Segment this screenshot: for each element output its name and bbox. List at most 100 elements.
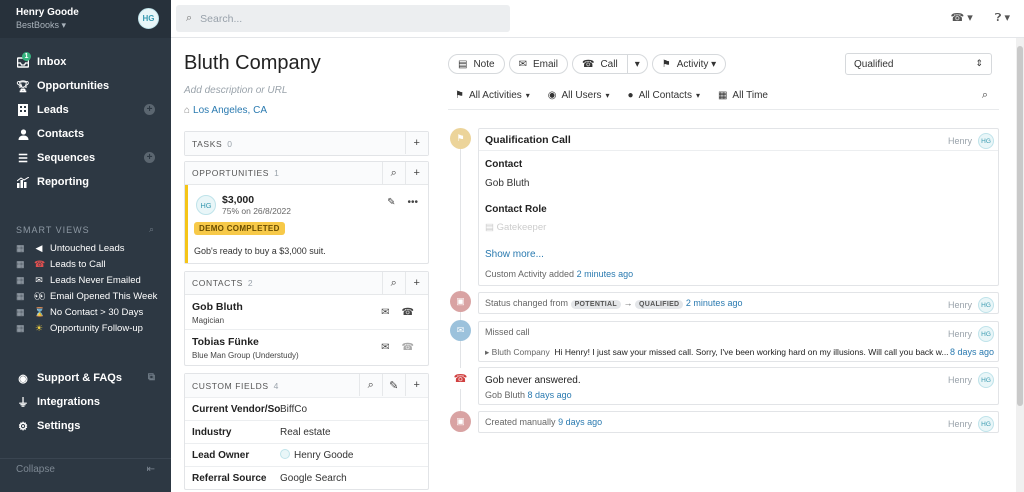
sidebar-item-inbox[interactable]: 1 Inbox xyxy=(0,50,171,74)
envelope-icon: ✉ xyxy=(518,58,527,70)
phone-menu-icon[interactable]: ☎ ▾ xyxy=(951,11,973,25)
company-link[interactable]: Bluth Company xyxy=(492,347,550,357)
search-icon[interactable]: ⌕ xyxy=(382,162,405,184)
custom-field-row[interactable]: Lead Owner Henry Goode xyxy=(185,443,428,466)
scrollbar[interactable] xyxy=(1016,38,1024,492)
sidebar-item-integrations[interactable]: ⏚ Integrations xyxy=(0,390,171,414)
timestamp-link[interactable]: 9 days ago xyxy=(558,417,602,427)
smart-view-item[interactable]: ▦ 👀︎ Email Opened This Week xyxy=(0,288,171,304)
qualification-call-card[interactable]: Qualification Call Henry HG Contact Gob B… xyxy=(478,128,999,286)
mini-avatar-icon xyxy=(280,449,290,459)
search-icon[interactable]: ⌕ xyxy=(382,272,405,294)
sidebar-item-support[interactable]: ◉ Support & FAQs ⧉ xyxy=(0,366,171,390)
sun-icon: ☀ xyxy=(34,322,44,333)
avatar: HG xyxy=(978,297,994,313)
add-sequence-icon[interactable]: + xyxy=(144,152,155,163)
phone-icon[interactable]: ☎ xyxy=(402,342,414,353)
sidebar: Henry Goode BestBooks ▾ HG 1 Inbox 🏆︎ Op… xyxy=(0,0,171,492)
status-select[interactable]: Qualified ⇕ xyxy=(845,53,992,75)
add-lead-icon[interactable]: + xyxy=(144,104,155,115)
created-card[interactable]: Created manually 9 days ago Henry HG xyxy=(478,411,999,433)
call-dropdown-button[interactable]: ▾ xyxy=(626,54,648,74)
smart-view-item[interactable]: ▦ ✉ Leads Never Emailed xyxy=(0,272,171,288)
user-filter[interactable]: ◉ All Users ▾ xyxy=(548,90,610,101)
activity-button[interactable]: ⚑ Activity ▾ xyxy=(651,54,727,74)
sidebar-item-label: Inbox xyxy=(37,56,67,68)
pencil-icon[interactable]: ✎ xyxy=(382,374,405,396)
page-title[interactable]: Bluth Company xyxy=(184,52,321,75)
flag-icon: ⚑ xyxy=(455,90,464,101)
custom-field-row[interactable]: Current Vendor/Sof...BiffCo xyxy=(185,397,428,420)
sidebar-item-settings[interactable]: ⚙ Settings xyxy=(0,414,171,438)
chevron-down-icon: ▾ xyxy=(711,58,717,70)
email-icon[interactable]: ✉ xyxy=(381,342,389,353)
phone-icon[interactable]: ☎ xyxy=(402,307,414,318)
megaphone-icon: ◀ xyxy=(35,242,43,253)
smart-view-item[interactable]: ▦ ◀ Untouched Leads xyxy=(0,240,171,256)
activity-type-filter[interactable]: ⚑ All Activities ▾ xyxy=(455,90,530,101)
pencil-icon[interactable]: ✎ xyxy=(387,197,395,208)
sidebar-item-opportunities[interactable]: 🏆︎ Opportunities xyxy=(0,74,171,98)
search-icon[interactable]: ⌕ xyxy=(982,89,988,102)
activity-user: Henry xyxy=(947,329,972,339)
missed-call-card[interactable]: Missed call Henry HG ▸ Bluth Company Hi H… xyxy=(478,321,999,362)
timestamp-link[interactable]: 8 days ago xyxy=(528,390,572,400)
created-icon: ▣ xyxy=(450,411,471,432)
sidebar-item-leads[interactable]: Leads + xyxy=(0,98,171,122)
search-icon[interactable]: ⌕ xyxy=(149,224,155,235)
field-key: Referral Source xyxy=(192,472,267,484)
email-icon[interactable]: ✉ xyxy=(381,307,389,318)
email-button[interactable]: ✉ Email xyxy=(508,54,568,74)
smart-view-item[interactable]: ▦ ☎ Leads to Call xyxy=(0,256,171,272)
opportunity-card[interactable]: HG $3,000 75% on 26/8/2022 ✎ ••• DEMO COM… xyxy=(185,185,428,263)
add-opportunity-button[interactable]: + xyxy=(405,162,428,184)
sidebar-item-sequences[interactable]: ☰ Sequences + xyxy=(0,146,171,170)
add-field-button[interactable]: + xyxy=(405,374,428,396)
add-contact-button[interactable]: + xyxy=(405,272,428,294)
divider xyxy=(448,109,999,110)
missed-call-icon: ☎ xyxy=(450,368,471,389)
show-more-link[interactable]: Show more... xyxy=(485,249,544,260)
note-card[interactable]: Gob never answered. Gob Bluth 8 days ago… xyxy=(478,367,999,405)
search-icon[interactable]: ⌕ xyxy=(359,374,382,396)
sidebar-item-reporting[interactable]: Reporting xyxy=(0,170,171,194)
field-label: Contact xyxy=(485,159,523,170)
description-field[interactable]: Add description or URL xyxy=(184,85,287,96)
plug-icon: ⏚ xyxy=(17,397,29,409)
custom-field-row[interactable]: Industry Real estate xyxy=(185,420,428,443)
custom-field-row[interactable]: Referral Source Google Search xyxy=(185,466,428,489)
timestamp-link[interactable]: 2 minutes ago xyxy=(577,269,634,279)
contact-filter[interactable]: ● All Contacts ▾ xyxy=(628,90,700,101)
more-icon[interactable]: ••• xyxy=(407,197,418,208)
help-menu-icon[interactable]: ❓︎ ▾ xyxy=(995,11,1010,25)
smart-view-item[interactable]: ▦ ⌛ No Contact > 30 Days xyxy=(0,304,171,320)
note-author: Gob Bluth xyxy=(485,390,526,400)
status-change-card[interactable]: Status changed from POTENTIAL → QUALIFIE… xyxy=(478,292,999,314)
timestamp-link[interactable]: 2 minutes ago xyxy=(686,298,743,308)
sidebar-item-contacts[interactable]: Contacts xyxy=(0,122,171,146)
activity-user: Henry xyxy=(947,300,972,310)
time-filter[interactable]: ▦ All Time xyxy=(718,90,768,101)
user-menu[interactable]: Henry Goode BestBooks ▾ HG xyxy=(0,0,171,38)
search-input[interactable]: ⌕ Search... xyxy=(176,5,510,32)
action-toolbar: ▤ Note ✉ Email ☎ Call ▾ ⚑ Activity ▾ xyxy=(448,54,727,74)
timestamp-link[interactable]: 8 days ago xyxy=(950,347,994,357)
note-button[interactable]: ▤ Note xyxy=(448,54,505,74)
field-value: Henry Goode xyxy=(294,450,354,461)
activity-meta: Custom Activity added xyxy=(485,269,575,279)
call-button[interactable]: ☎ Call xyxy=(571,54,628,74)
status-badge: POTENTIAL xyxy=(570,300,621,309)
contact-row[interactable]: Gob Bluth Magician ✉ ☎ xyxy=(185,295,428,330)
sidebar-item-label: Opportunities xyxy=(37,80,110,92)
collapse-button[interactable]: Collapse ⇤ xyxy=(0,458,171,480)
avatar[interactable]: HG xyxy=(138,8,159,29)
field-value: Google Search xyxy=(280,472,347,484)
smart-view-item[interactable]: ▦ ☀ Opportunity Follow-up xyxy=(0,320,171,336)
chevron-right-icon: ▸ xyxy=(485,347,490,357)
sidebar-item-label: Reporting xyxy=(37,176,89,188)
location-link[interactable]: ⌂ Los Angeles, CA xyxy=(184,105,267,116)
contact-row[interactable]: Tobias Fünke Blue Man Group (Understudy)… xyxy=(185,330,428,365)
scrollbar-thumb[interactable] xyxy=(1017,46,1023,406)
external-link-icon[interactable]: ⧉ xyxy=(148,372,155,383)
add-task-button[interactable]: + xyxy=(405,132,428,154)
